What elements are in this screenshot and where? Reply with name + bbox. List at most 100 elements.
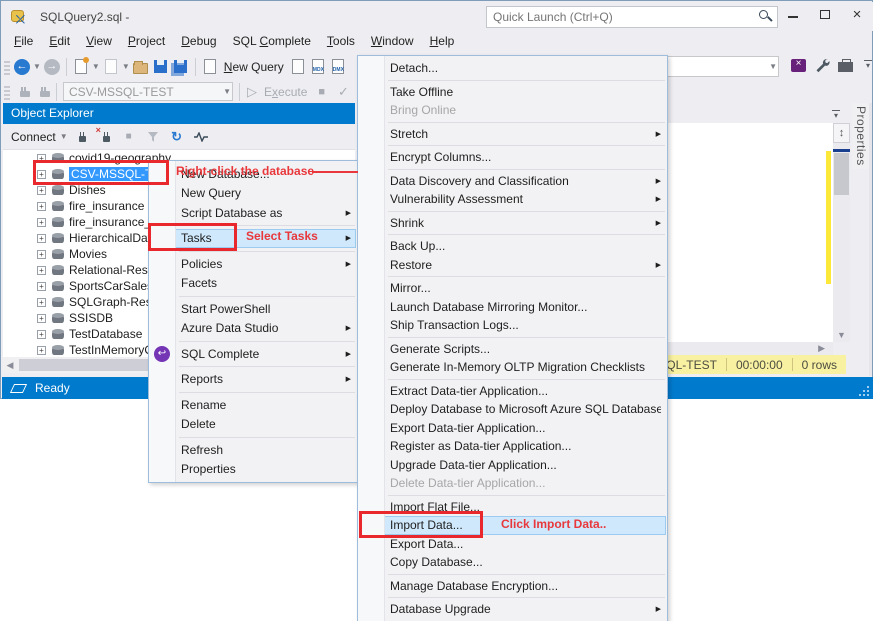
new-query-button[interactable]: New Query: [224, 60, 284, 74]
menu-file[interactable]: File: [6, 31, 41, 53]
editor-splitter-handle[interactable]: ↕: [833, 123, 850, 143]
menu-item-copy-database[interactable]: Copy Database...: [358, 553, 667, 572]
save-all-button[interactable]: [172, 58, 190, 76]
menu-item-properties[interactable]: Properties: [149, 460, 357, 480]
database-combobox[interactable]: CSV-MSSQL-TEST ▼: [63, 82, 233, 101]
toolbox-icon[interactable]: [838, 62, 853, 72]
menu-item-policies[interactable]: Policies▶: [149, 254, 357, 274]
properties-tab[interactable]: Properties: [852, 103, 869, 169]
menu-item-script-database-as[interactable]: Script Database as▶: [149, 203, 357, 223]
menu-item-stretch[interactable]: Stretch▶: [358, 125, 667, 144]
scrollbar-thumb[interactable]: [834, 153, 849, 195]
navigate-back-button[interactable]: ←: [13, 58, 31, 76]
menu-item-bring-online[interactable]: Bring Online: [358, 101, 667, 120]
maximize-button[interactable]: [810, 2, 840, 28]
close-button[interactable]: ×: [842, 2, 872, 28]
menu-sql-complete[interactable]: SQL Complete: [225, 31, 319, 53]
oe-connect-button[interactable]: [71, 128, 91, 146]
menu-item-rename[interactable]: Rename: [149, 395, 357, 415]
expand-icon[interactable]: +: [37, 314, 46, 323]
menu-item-reports[interactable]: Reports▶: [149, 370, 357, 390]
expand-icon[interactable]: +: [37, 266, 46, 275]
expand-icon[interactable]: +: [37, 202, 46, 211]
quick-launch-input[interactable]: [487, 10, 755, 24]
open-table-button[interactable]: [102, 58, 120, 76]
oe-filter-button[interactable]: [143, 128, 163, 146]
expand-icon[interactable]: +: [37, 234, 46, 243]
menu-item-extract-data-tier-application[interactable]: Extract Data-tier Application...: [358, 382, 667, 401]
menu-edit[interactable]: Edit: [41, 31, 78, 53]
menu-item-restore[interactable]: Restore▶: [358, 256, 667, 275]
oe-disconnect-button[interactable]: ×: [95, 128, 115, 146]
expand-icon[interactable]: +: [37, 346, 46, 355]
menu-item-mirror[interactable]: Mirror...: [358, 279, 667, 298]
menu-item-detach[interactable]: Detach...: [358, 59, 667, 78]
menu-item-launch-database-mirroring-monitor[interactable]: Launch Database Mirroring Monitor...: [358, 298, 667, 317]
expand-icon[interactable]: +: [37, 330, 46, 339]
editor-vertical-scrollbar[interactable]: ▼: [833, 143, 850, 342]
menu-view[interactable]: View: [78, 31, 120, 53]
toolbar-grip[interactable]: [4, 84, 10, 100]
menu-window[interactable]: Window: [363, 31, 422, 53]
resize-grip[interactable]: [859, 386, 869, 396]
object-explorer-header[interactable]: Object Explorer: [3, 103, 355, 124]
menu-item-take-offline[interactable]: Take Offline: [358, 83, 667, 102]
change-connection-button[interactable]: [33, 83, 51, 101]
expand-icon[interactable]: +: [37, 186, 46, 195]
open-file-button[interactable]: [132, 58, 150, 76]
menu-item-database-upgrade[interactable]: Database Upgrade▶: [358, 600, 667, 619]
menu-item-export-data-tier-application[interactable]: Export Data-tier Application...: [358, 419, 667, 438]
menu-tools[interactable]: Tools: [319, 31, 363, 53]
menu-item-generate-scripts[interactable]: Generate Scripts...: [358, 340, 667, 359]
toolbar-grip[interactable]: [4, 59, 10, 75]
menu-item-new-query[interactable]: New Query: [149, 184, 357, 204]
connect-button[interactable]: [13, 83, 31, 101]
menu-item-deploy-database-to-microsoft-azure-sql-database[interactable]: Deploy Database to Microsoft Azure SQL D…: [358, 400, 667, 419]
new-query-caret[interactable]: ▼: [92, 62, 100, 71]
expand-icon[interactable]: +: [37, 282, 46, 291]
menu-item-start-powershell[interactable]: Start PowerShell: [149, 299, 357, 319]
menu-item-manage-database-encryption[interactable]: Manage Database Encryption...: [358, 577, 667, 596]
oe-activity-monitor-button[interactable]: [191, 128, 211, 146]
toolbar-overflow-icon[interactable]: ▾: [861, 57, 873, 73]
visual-studio-icon[interactable]: [791, 59, 806, 72]
menu-item-encrypt-columns[interactable]: Encrypt Columns...: [358, 148, 667, 167]
menu-item-shrink[interactable]: Shrink▶: [358, 214, 667, 233]
new-query-button-icon[interactable]: [201, 58, 219, 76]
wrench-icon[interactable]: [814, 57, 830, 73]
menu-item-generate-in-memory-oltp-migration-checklists[interactable]: Generate In-Memory OLTP Migration Checkl…: [358, 358, 667, 377]
menu-item-sql-complete[interactable]: ↩SQL Complete▶: [149, 344, 357, 364]
menu-item-back-up[interactable]: Back Up...: [358, 237, 667, 256]
back-dropdown-caret[interactable]: ▼: [33, 62, 41, 71]
menu-item-delete-data-tier-application[interactable]: Delete Data-tier Application...: [358, 474, 667, 493]
scroll-left-icon[interactable]: ◀: [3, 360, 17, 371]
menu-item-data-discovery-and-classification[interactable]: Data Discovery and Classification▶: [358, 172, 667, 191]
menu-debug[interactable]: Debug: [173, 31, 224, 53]
menu-item-upgrade-data-tier-application[interactable]: Upgrade Data-tier Application...: [358, 456, 667, 475]
tabstrip-overflow-icon[interactable]: ▾: [829, 107, 843, 123]
menu-item-delete[interactable]: Delete: [149, 415, 357, 435]
new-query-icon-button[interactable]: [72, 58, 90, 76]
expand-icon[interactable]: +: [37, 298, 46, 307]
menu-item-register-as-data-tier-application[interactable]: Register as Data-tier Application...: [358, 437, 667, 456]
scroll-right-icon[interactable]: ▶: [818, 343, 825, 354]
expand-icon[interactable]: +: [37, 250, 46, 259]
menu-project[interactable]: Project: [120, 31, 173, 53]
scroll-down-icon[interactable]: ▼: [833, 330, 850, 340]
menu-item-refresh[interactable]: Refresh: [149, 440, 357, 460]
menu-item-ship-transaction-logs[interactable]: Ship Transaction Logs...: [358, 316, 667, 335]
quick-launch-search[interactable]: [486, 6, 778, 28]
new-database-engine-query-button[interactable]: [289, 58, 307, 76]
save-button[interactable]: [152, 58, 170, 76]
new-mdx-query-button[interactable]: MDX: [309, 58, 327, 76]
connect-dropdown[interactable]: Connect: [11, 130, 56, 144]
new-dmx-query-button[interactable]: DMX: [329, 58, 347, 76]
menu-item-azure-data-studio[interactable]: Azure Data Studio▶: [149, 319, 357, 339]
expand-icon[interactable]: +: [37, 218, 46, 227]
oe-refresh-button[interactable]: ↻: [167, 128, 187, 146]
menu-help[interactable]: Help: [422, 31, 463, 53]
open-table-caret[interactable]: ▼: [122, 62, 130, 71]
navigate-forward-button[interactable]: →: [43, 58, 61, 76]
execute-button[interactable]: Execute: [264, 85, 307, 99]
oe-stop-button[interactable]: ■: [119, 128, 139, 146]
